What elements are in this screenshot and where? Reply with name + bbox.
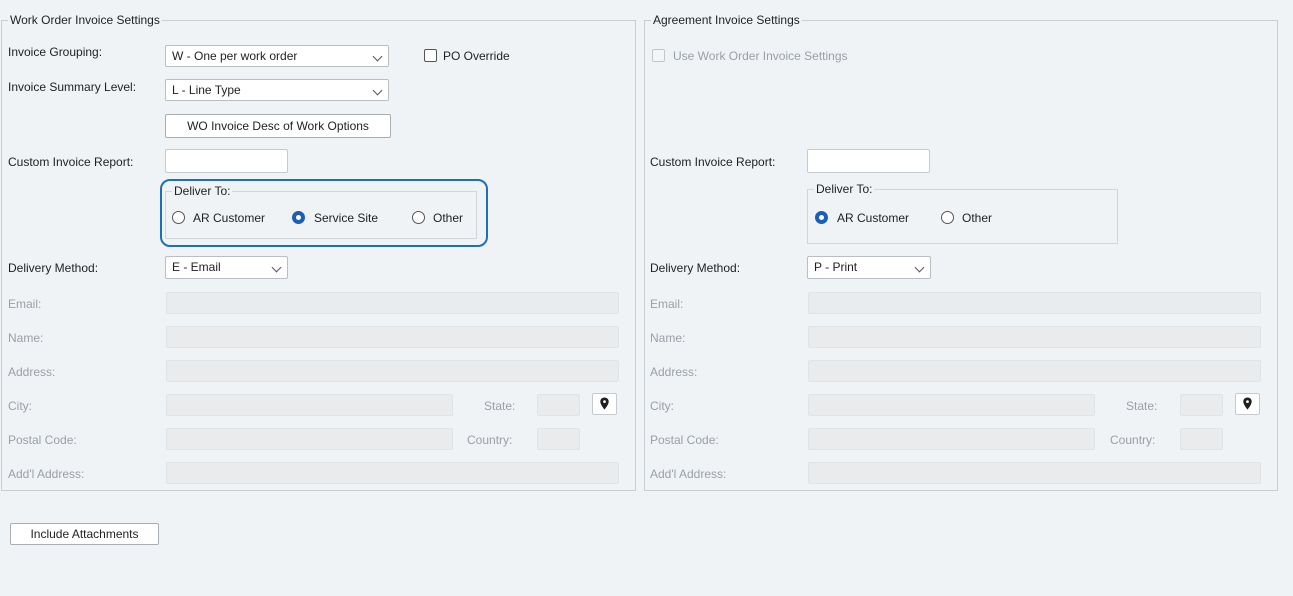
ag-country-label: Country: [1110,433,1156,447]
ag-address-label: Address: [650,365,698,379]
ag-state-input[interactable] [1180,394,1223,416]
ag-deliver-to-ar-customer-radio[interactable] [815,211,828,224]
wo-map-button[interactable] [592,393,617,415]
wo-delivery-method-label: Delivery Method: [8,261,99,275]
invoice-summary-level-label: Invoice Summary Level: [8,80,137,94]
wo-country-input[interactable] [537,428,580,450]
ag-city-label: City: [650,399,674,413]
ag-addl-address-input[interactable] [808,462,1261,484]
chevron-down-icon [372,51,383,62]
ag-delivery-method-label: Delivery Method: [650,261,741,275]
wo-state-input[interactable] [537,394,580,416]
po-override-checkbox[interactable] [424,49,437,62]
invoice-summary-level-select[interactable]: L - Line Type [165,79,389,101]
wo-name-label: Name: [8,331,44,345]
wo-invoice-desc-options-button[interactable]: WO Invoice Desc of Work Options [165,114,391,138]
wo-address-label: Address: [8,365,56,379]
wo-addl-address-input[interactable] [166,462,619,484]
ag-email-input[interactable] [808,292,1261,314]
invoice-grouping-select[interactable]: W - One per work order [165,45,389,67]
wo-deliver-to-other-radio[interactable] [412,211,425,224]
agreement-invoice-settings-group: Agreement Invoice Settings [644,13,1278,491]
wo-email-input[interactable] [166,292,619,314]
ag-ar-customer-label: AR Customer [837,211,910,225]
chevron-down-icon [914,262,925,273]
use-wo-settings-label: Use Work Order Invoice Settings [673,49,848,63]
ag-name-label: Name: [650,331,686,345]
ag-address-input[interactable] [808,360,1261,382]
ag-deliver-to-other-radio[interactable] [941,211,954,224]
ag-country-input[interactable] [1180,428,1223,450]
include-attachments-button[interactable]: Include Attachments [10,523,159,545]
wo-service-site-label: Service Site [314,211,379,225]
ag-custom-invoice-report-label: Custom Invoice Report: [650,155,776,169]
ag-map-button[interactable] [1235,393,1260,415]
wo-custom-invoice-report-input[interactable] [165,149,288,173]
wo-other-label: Other [433,211,464,225]
ag-deliver-to-legend: Deliver To: [816,182,873,196]
map-pin-icon [1243,397,1252,410]
wo-city-label: City: [8,399,32,413]
wo-country-label: Country: [467,433,513,447]
ag-other-label: Other [962,211,993,225]
ag-state-label: State: [1126,399,1158,413]
wo-postal-code-label: Postal Code: [8,433,77,447]
ag-postal-code-label: Postal Code: [650,433,719,447]
work-order-settings-legend: Work Order Invoice Settings [10,13,160,27]
wo-addl-address-label: Add'l Address: [8,467,85,481]
ag-postal-code-input[interactable] [808,428,1095,450]
wo-city-input[interactable] [166,394,453,416]
use-wo-settings-checkbox[interactable] [652,49,665,62]
po-override-label: PO Override [443,49,510,63]
wo-delivery-method-select[interactable]: E - Email [165,256,288,279]
wo-name-input[interactable] [166,326,619,348]
wo-email-label: Email: [8,297,42,311]
chevron-down-icon [271,262,282,273]
invoice-grouping-value: W - One per work order [172,49,298,63]
ag-name-input[interactable] [808,326,1261,348]
chevron-down-icon [372,85,383,96]
wo-custom-invoice-report-label: Custom Invoice Report: [8,155,134,169]
wo-deliver-to-service-site-radio[interactable] [292,211,305,224]
ag-delivery-method-value: P - Print [814,260,858,274]
wo-deliver-to-ar-customer-radio[interactable] [172,211,185,224]
wo-address-input[interactable] [166,360,619,382]
invoice-grouping-label: Invoice Grouping: [8,45,103,59]
map-pin-icon [600,397,609,410]
agreement-settings-legend: Agreement Invoice Settings [653,13,800,27]
ag-delivery-method-select[interactable]: P - Print [807,256,931,279]
wo-delivery-method-value: E - Email [172,260,221,274]
ag-custom-invoice-report-input[interactable] [807,149,930,173]
ag-city-input[interactable] [808,394,1095,416]
wo-postal-code-input[interactable] [166,428,453,450]
wo-ar-customer-label: AR Customer [193,211,266,225]
ag-email-label: Email: [650,297,684,311]
invoice-summary-level-value: L - Line Type [172,83,241,97]
ag-addl-address-label: Add'l Address: [650,467,727,481]
wo-state-label: State: [484,399,516,413]
